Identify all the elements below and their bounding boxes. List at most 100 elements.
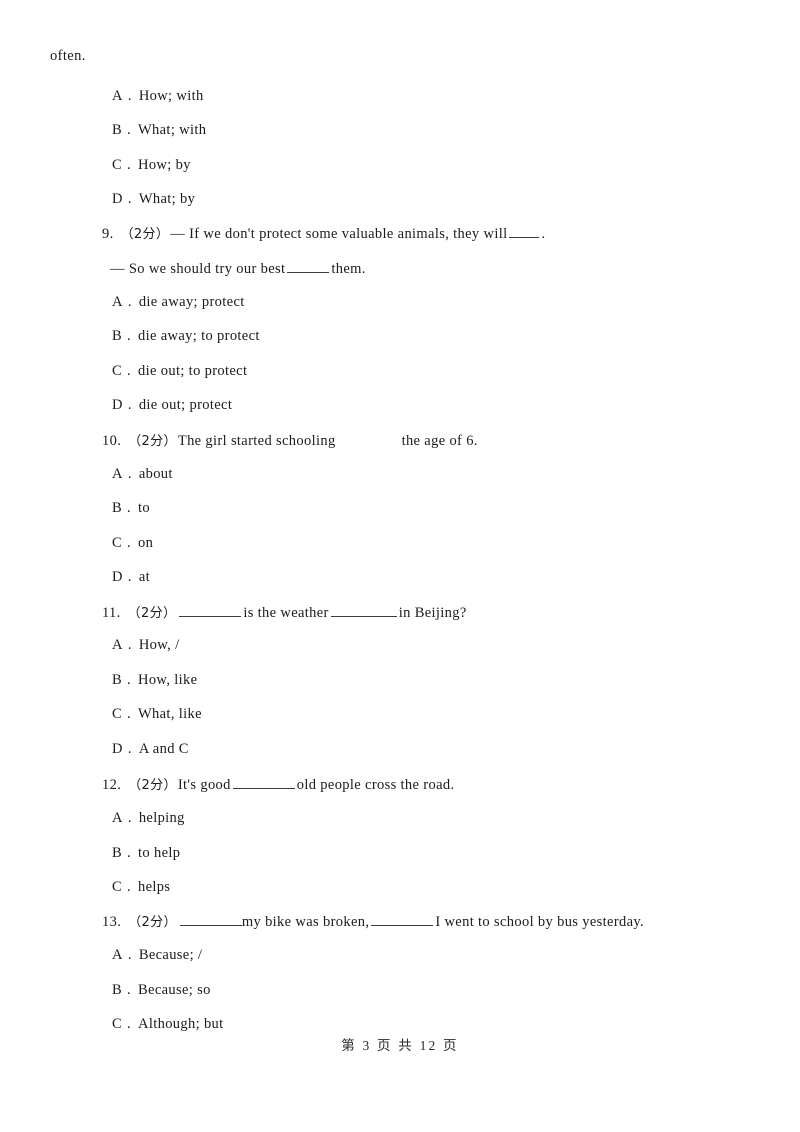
option-row[interactable]: D. What; by <box>112 191 195 208</box>
option-text: Although; but <box>138 1016 224 1032</box>
option-letter: A <box>112 637 123 653</box>
option-text: at <box>138 569 150 585</box>
option-dot: . <box>127 569 132 585</box>
option-dot: . <box>127 637 132 653</box>
option-row[interactable]: B. to help <box>112 845 180 862</box>
option-text: die out; protect <box>138 397 233 413</box>
question-text-tail: in Beijing? <box>398 605 467 621</box>
option-dot: . <box>127 328 132 344</box>
question-text-tail: I went to school by bus yesterday. <box>435 914 645 930</box>
option-text: How; by <box>138 157 191 173</box>
question-text-tail: the age of 6. <box>401 433 478 449</box>
option-text: Because; / <box>138 947 203 963</box>
option-letter: C <box>112 157 123 173</box>
option-row[interactable]: A. How; with <box>112 88 204 105</box>
option-row[interactable]: C. Although; but <box>112 1016 224 1033</box>
option-letter: D <box>112 741 123 757</box>
answer-blank <box>179 602 242 617</box>
option-row[interactable]: C. What, like <box>112 706 202 723</box>
question-stem: 11. （2分） is the weather in Beijing? <box>102 602 467 622</box>
option-dot: . <box>127 363 132 379</box>
option-row[interactable]: C. helps <box>112 879 170 896</box>
continued-text: often. <box>50 48 86 64</box>
option-text: die out; to protect <box>138 363 248 379</box>
option-dot: . <box>127 810 132 826</box>
option-dot: . <box>127 845 132 861</box>
question-text: my bike was broken, <box>241 914 370 930</box>
question-number: 11. <box>102 605 121 621</box>
option-row[interactable]: A. helping <box>112 810 185 827</box>
question-number: 10. <box>102 433 122 449</box>
option-dot: . <box>127 500 132 516</box>
option-letter: B <box>112 328 123 344</box>
option-dot: . <box>127 706 132 722</box>
option-letter: B <box>112 500 123 516</box>
option-dot: . <box>127 157 132 173</box>
question-text: The girl started schooling <box>177 433 336 449</box>
question-text: is the weather <box>243 605 329 621</box>
option-row[interactable]: D. A and C <box>112 741 189 758</box>
question-marks: （2分） <box>120 227 170 242</box>
question-text: — If we don't protect some valuable anim… <box>170 226 508 242</box>
question-text-tail: old people cross the road. <box>296 777 455 793</box>
option-row[interactable]: C. How; by <box>112 157 191 174</box>
option-dot: . <box>127 397 132 413</box>
option-letter: C <box>112 1016 123 1032</box>
question-number: 13. <box>102 914 122 930</box>
option-row[interactable]: A. Because; / <box>112 947 202 964</box>
question-stem-line2: — So we should try our best them. <box>110 258 366 278</box>
option-text: How, / <box>138 637 180 653</box>
option-row[interactable]: A. die away; protect <box>112 294 245 311</box>
option-dot: . <box>127 1016 132 1032</box>
option-row[interactable]: A. How, / <box>112 637 179 654</box>
option-text: What; with <box>138 122 207 138</box>
question-marks: （2分） <box>128 915 177 930</box>
answer-blank <box>179 911 242 926</box>
option-letter: A <box>112 810 123 826</box>
option-letter: C <box>112 535 123 551</box>
question-text-tail: them. <box>331 260 366 277</box>
option-row[interactable]: D. die out; protect <box>112 397 232 414</box>
option-row[interactable]: B. Because; so <box>112 982 211 999</box>
option-row[interactable]: B. die away; to protect <box>112 328 260 345</box>
question-number: 9. <box>102 226 114 242</box>
option-letter: B <box>112 982 123 998</box>
option-letter: A <box>112 294 123 310</box>
option-letter: A <box>112 466 123 482</box>
option-text: to <box>138 500 150 516</box>
option-dot: . <box>127 672 132 688</box>
option-text: helps <box>138 879 171 895</box>
option-letter: D <box>112 191 123 207</box>
option-dot: . <box>127 88 132 104</box>
option-text: What; by <box>138 191 196 207</box>
option-letter: B <box>112 845 123 861</box>
answer-blank <box>232 774 295 789</box>
option-row[interactable]: C. on <box>112 535 153 552</box>
option-text: How; with <box>138 88 204 104</box>
question-stem: 13. （2分） my bike was broken, I went to scho… <box>102 911 644 931</box>
question-marks: （2分） <box>128 778 177 793</box>
question-stem: 12. （2分）It's good old people cross the roa… <box>102 774 454 794</box>
option-text: to help <box>138 845 181 861</box>
option-dot: . <box>127 947 132 963</box>
question-number: 12. <box>102 777 122 793</box>
option-row[interactable]: B. What; with <box>112 122 206 139</box>
option-text: about <box>138 466 173 482</box>
option-letter: D <box>112 397 123 413</box>
answer-blank <box>330 602 397 617</box>
option-row[interactable]: D. at <box>112 569 150 586</box>
option-text: Because; so <box>138 982 211 998</box>
option-letter: C <box>112 879 123 895</box>
option-letter: A <box>112 947 123 963</box>
option-row[interactable]: A. about <box>112 466 173 483</box>
option-row[interactable]: B. How, like <box>112 672 197 689</box>
option-text: A and C <box>138 741 189 757</box>
answer-blank <box>287 258 330 273</box>
option-text: helping <box>138 810 185 826</box>
option-row[interactable]: C. die out; to protect <box>112 363 247 380</box>
option-row[interactable]: B. to <box>112 500 150 517</box>
option-letter: C <box>112 706 123 722</box>
option-dot: . <box>127 294 132 310</box>
option-letter: B <box>112 672 123 688</box>
document-page: often. A. How; with B. What; with C. How; b… <box>0 0 800 1132</box>
